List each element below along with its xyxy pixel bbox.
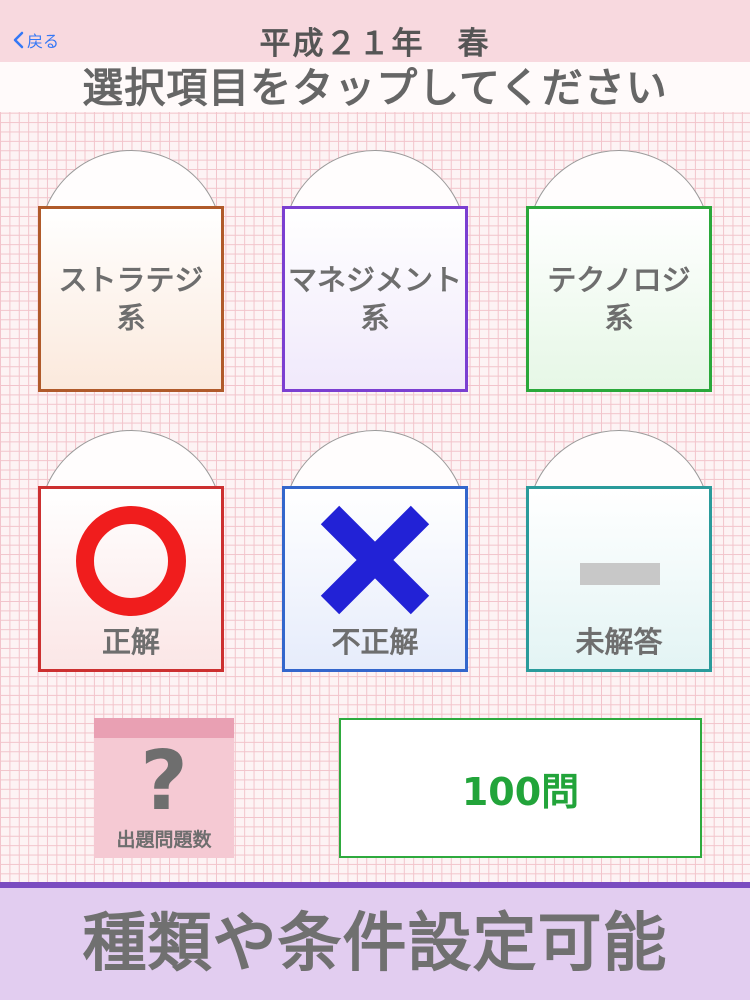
filter-correct-card: 正解 — [38, 486, 224, 672]
page-title: 平成２１年 春 — [259, 26, 491, 62]
question-count-value[interactable]: 100問 — [339, 718, 702, 858]
category-management-button[interactable]: マネジメント 系 — [282, 150, 468, 392]
filter-wrong-card: 不正解 — [282, 486, 468, 672]
promo-banner: 種類や条件設定可能 — [0, 888, 750, 1000]
category-technology-label: テクノロジ 系 — [547, 263, 691, 335]
category-management-label: マネジメント 系 — [287, 263, 462, 335]
category-strategy-button[interactable]: ストラテジ 系 — [38, 150, 224, 392]
category-management-card: マネジメント 系 — [282, 206, 468, 392]
dash-icon — [580, 563, 660, 585]
question-count-label: 出題問題数 — [116, 829, 212, 851]
circle-icon — [76, 506, 186, 616]
category-strategy-label: ストラテジ 系 — [58, 263, 204, 335]
filter-unanswered-button[interactable]: 未解答 — [526, 430, 712, 672]
category-technology-card: テクノロジ 系 — [526, 206, 712, 392]
question-mark-icon: ? — [140, 734, 188, 829]
cross-icon — [320, 505, 430, 615]
filter-unanswered-label: 未解答 — [575, 625, 663, 659]
navigation-bar: 戻る 平成２１年 春 — [0, 0, 750, 62]
filter-correct-button[interactable]: 正解 — [38, 430, 224, 672]
filter-unanswered-card: 未解答 — [526, 486, 712, 672]
question-count-button[interactable]: ? 出題問題数 — [94, 718, 234, 858]
instruction-text: 選択項目をタップしてください — [0, 62, 750, 112]
category-strategy-card: ストラテジ 系 — [38, 206, 224, 392]
filter-wrong-button[interactable]: 不正解 — [282, 430, 468, 672]
filter-correct-label: 正解 — [101, 625, 160, 659]
filter-wrong-label: 不正解 — [331, 625, 419, 659]
category-technology-button[interactable]: テクノロジ 系 — [526, 150, 712, 392]
